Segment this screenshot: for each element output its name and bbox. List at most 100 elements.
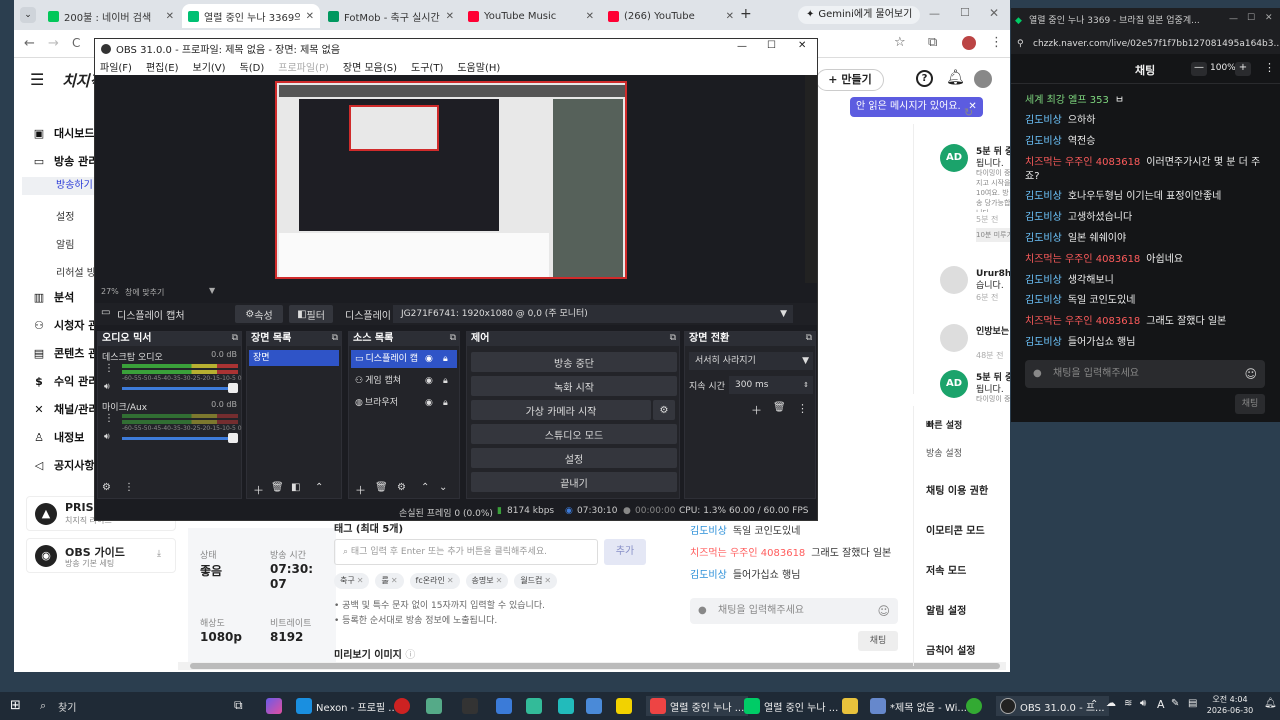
quick-setting-item[interactable]: 금칙어 설정 [926, 642, 975, 657]
hamburger-icon[interactable]: ☰ [30, 70, 44, 89]
sidebar-item-3[interactable]: 설정 [56, 208, 74, 223]
tab-0[interactable]: 200불 : 네이버 검색 ✕ [42, 4, 180, 28]
emoji-icon[interactable]: ☺ [877, 598, 890, 624]
tab-3[interactable]: YouTube Music ✕ [462, 4, 600, 28]
back-icon[interactable]: ← [24, 36, 35, 51]
menu-icon[interactable]: ⋮ [104, 363, 114, 374]
menu-icon[interactable]: ⋮ [104, 413, 114, 424]
display-capture-preview[interactable] [275, 81, 627, 279]
taskbar-clock[interactable]: 오전 4:04 2026-06-30 [1202, 694, 1258, 716]
maximize-icon[interactable]: ☐ [767, 40, 776, 51]
close-icon[interactable]: ✕ [446, 11, 454, 22]
filters-button[interactable]: ◧ 필터 [289, 305, 333, 323]
filter-icon[interactable]: ◧ [291, 482, 300, 493]
transition-select[interactable]: 서서히 사라지기 ▼ [689, 352, 813, 370]
source-item[interactable]: ◍ 브라우저 ◉ 🔒︎ [351, 394, 457, 412]
source-item[interactable]: ⚇ 게임 캡쳐 ◉ 🔒︎ [351, 372, 457, 390]
quick-setting-item[interactable]: 채팅 이용 권한 [926, 482, 988, 497]
sidebar-item-12[interactable]: ◁ 공지사항 [32, 457, 95, 473]
desktop-volume-slider[interactable] [122, 387, 238, 390]
obs-menu-item[interactable]: 장면 모음(S) [343, 59, 397, 74]
mic-volume-slider[interactable] [122, 437, 238, 440]
tag-chip[interactable]: 축구 ✕ [334, 573, 370, 589]
sidebar-item-10[interactable]: ✕ 채널/관리 [32, 401, 98, 417]
notification-icon[interactable]: 🔔︎ [1264, 698, 1277, 709]
chat-nickname[interactable]: 치즈먹는 우주인 4083618 [1025, 254, 1140, 265]
tab-1[interactable]: 열렬 중인 누나 3369의 치지직 ✕ [182, 4, 320, 28]
lock-icon[interactable]: 🔒︎ [443, 394, 448, 412]
control-button-1[interactable]: 녹화 시작 [471, 376, 677, 396]
trash-icon[interactable]: 🗑︎ [375, 482, 388, 493]
undock-icon[interactable]: ⧉ [232, 333, 238, 343]
snooze-button[interactable]: 10분 미루기 [976, 228, 1010, 242]
chat-nickname[interactable]: 김도비상 [690, 570, 727, 581]
preview-scrollbar[interactable] [805, 75, 817, 283]
quick-setting-item[interactable]: 알림 설정 [926, 602, 966, 617]
obs-menu-item[interactable]: 독(D) [240, 59, 265, 74]
control-button-0[interactable]: 방송 중단 [471, 352, 677, 372]
control-button-4[interactable]: 설정 [471, 448, 677, 468]
maximize-icon[interactable]: ☐ [960, 6, 970, 19]
popout-chat-input[interactable]: ● 채팅을 입력해주세요 ☺ [1025, 360, 1265, 388]
app-icon[interactable] [462, 698, 478, 714]
chat-nickname[interactable]: 김도비상 [1025, 115, 1062, 126]
chat-nickname[interactable]: 김도비상 [690, 526, 727, 537]
zoom-in-button[interactable]: + [1235, 62, 1251, 76]
emoji-icon[interactable]: ☺ [1244, 360, 1257, 388]
refresh-icon[interactable]: ↻ [964, 106, 973, 119]
chat-nickname[interactable]: 세계 최강 엘프 353 [1025, 95, 1109, 106]
tab-2[interactable]: FotMob - 축구 실시간 스코어 ✕ [322, 4, 460, 28]
maximize-icon[interactable]: ☐ [1247, 13, 1256, 23]
tag-chip[interactable]: 룰 ✕ [375, 573, 404, 589]
app-icon[interactable] [394, 698, 410, 714]
popout-send-button[interactable]: 채팅 [1235, 394, 1265, 414]
trash-icon[interactable]: 🗑︎ [271, 482, 284, 493]
pen-icon[interactable]: ✎ [1171, 698, 1179, 709]
app-icon[interactable] [426, 698, 442, 714]
minimize-icon[interactable]: — [737, 41, 747, 52]
sidebar-item-9[interactable]: $ 수익 관리 [32, 373, 98, 389]
help-icon[interactable]: ? [916, 70, 933, 87]
sidebar-item-4[interactable]: 알림 [56, 236, 74, 251]
close-icon[interactable]: ✕ [496, 576, 503, 585]
close-icon[interactable]: ✕ [726, 11, 734, 22]
zoom-out-button[interactable]: — [1191, 62, 1207, 76]
close-icon[interactable]: ✕ [447, 576, 454, 585]
make-button[interactable]: + 만들기 [816, 69, 884, 91]
undock-icon[interactable]: ⧉ [806, 333, 812, 343]
speaker-icon[interactable]: 🔊︎ [104, 382, 110, 392]
app-icon[interactable] [842, 698, 858, 714]
tag-chip[interactable]: 월드컵 ✕ [514, 573, 558, 589]
obs-preview-area[interactable]: 27% 창에 맞추기 ▼ [95, 75, 807, 297]
eye-icon[interactable]: ◉ [425, 350, 433, 368]
popout-url[interactable]: ⚲ chzzk.naver.com/live/02e57f1f7bb1270814… [1011, 34, 1280, 54]
chat-nickname[interactable]: 김도비상 [1025, 212, 1062, 223]
app-icon[interactable] [966, 698, 982, 714]
new-tab-button[interactable]: + [740, 6, 752, 22]
taskbar-app-edge[interactable]: Nexon - 프로필 ... [296, 696, 398, 716]
stepper-icon[interactable]: ⇕ [803, 376, 809, 394]
bookmark-icon[interactable]: ☆ [894, 35, 906, 50]
close-icon[interactable]: ✕ [586, 11, 594, 22]
obs-menu-item[interactable]: 도움말(H) [457, 59, 500, 74]
close-icon[interactable]: ✕ [357, 576, 364, 585]
bell-icon[interactable]: 🔔︎ [946, 68, 965, 86]
site-info-icon[interactable]: ⚲ [1017, 34, 1024, 54]
control-button-5[interactable]: 끝내기 [471, 472, 677, 492]
chat-nickname[interactable]: 치즈먹는 우주인 4083618 [1025, 157, 1140, 168]
obs-menu-item[interactable]: 도구(T) [411, 59, 443, 74]
close-icon[interactable]: ✕ [798, 40, 806, 51]
obs-menu-item[interactable]: 보기(V) [193, 59, 226, 74]
forward-icon[interactable]: → [48, 36, 59, 51]
close-icon[interactable]: ✕ [989, 6, 999, 20]
mic-volume-handle[interactable] [228, 433, 238, 443]
unread-toast[interactable]: 안 읽은 메시지가 있어요. ✕ [850, 97, 983, 117]
menu-icon[interactable]: ⋮ [1264, 61, 1275, 74]
tag-chip[interactable]: 송명보 ✕ [465, 573, 509, 589]
sidebar-item-1[interactable]: ▭ 방송 관리 [32, 153, 99, 169]
chat-nickname[interactable]: 김도비상 [1025, 295, 1062, 306]
trash-icon[interactable]: 🗑︎ [773, 402, 786, 413]
kakaotalk-icon[interactable] [616, 698, 632, 714]
menu-icon[interactable]: ⋮ [797, 402, 808, 415]
add-icon[interactable]: ＋ [751, 402, 762, 418]
